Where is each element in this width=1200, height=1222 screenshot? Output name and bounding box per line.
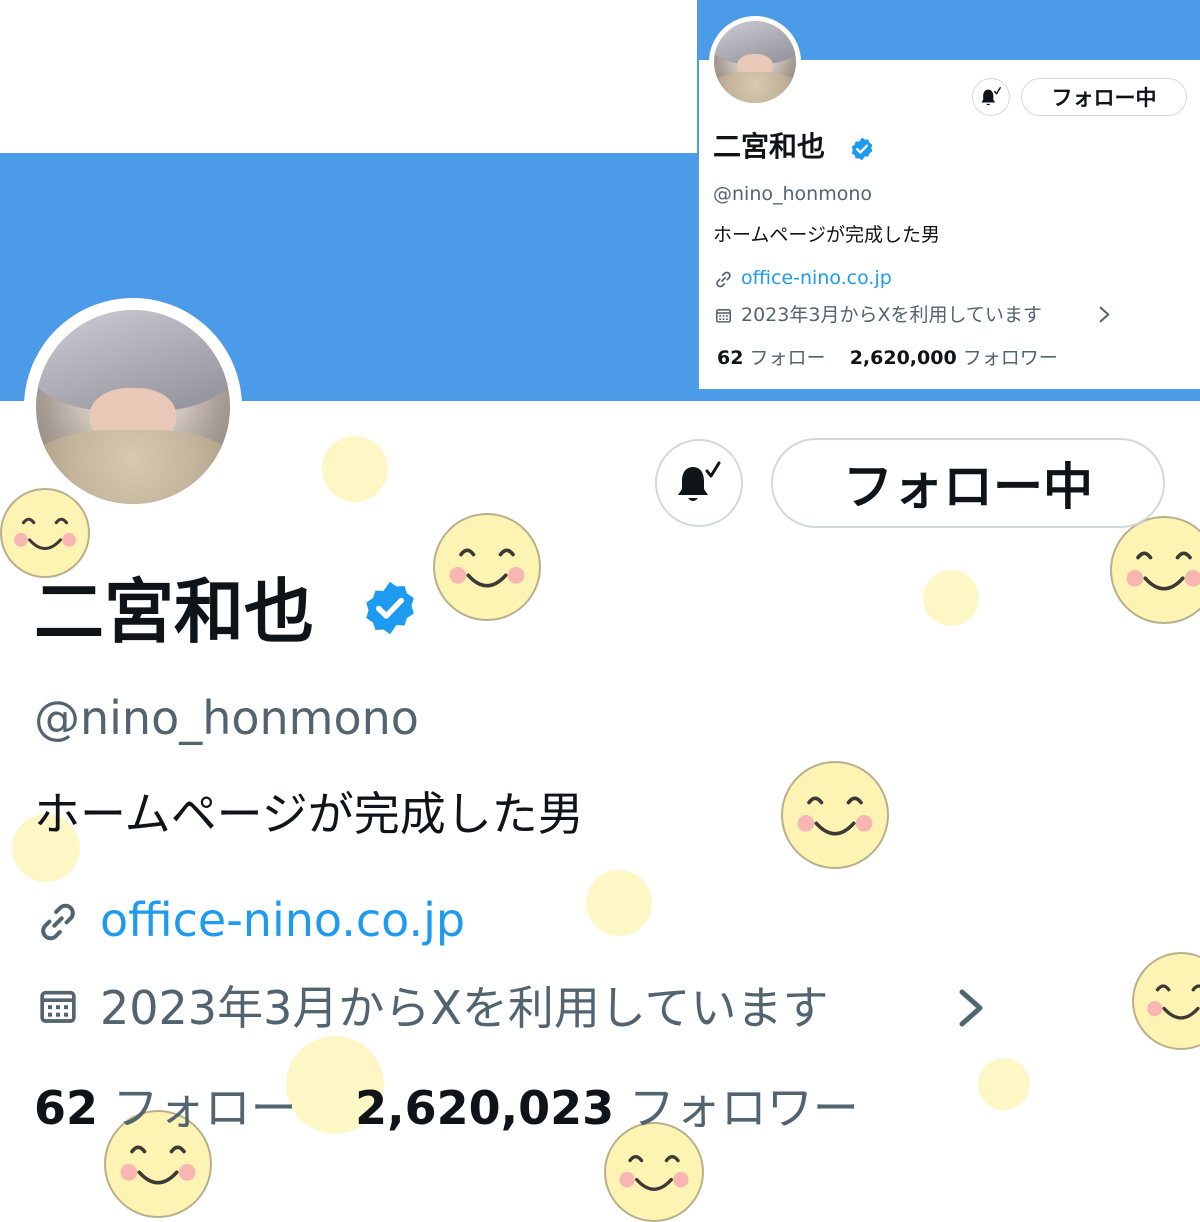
inset-following-count: 62 [717,347,743,369]
inset-notification-bell-button [972,78,1010,116]
calendar-icon [715,307,732,324]
inset-handle: @nino_honmono [713,182,872,206]
calendar-icon [38,986,78,1026]
display-name: 二宮和也 [34,570,314,654]
following-button[interactable]: フォロー中 [771,438,1165,528]
inset-followers-count: 2,620,000 [850,347,957,369]
inset-display-name: 二宮和也 [713,130,825,164]
followers-count: 2,620,023 [355,1081,614,1135]
smiley-sticker-icon [781,761,889,869]
inset-bio: ホームページが完成した男 [713,223,940,247]
followers-link[interactable]: 2,620,023 フォロワー [355,1081,859,1135]
inset-profile-screenshot: フォロー中 二宮和也 @nino_honmono ホームページが完成した男 of… [697,0,1200,395]
inset-follow-stats: 62 フォロー 2,620,000 フォロワー [717,346,1058,370]
decor-dot [322,436,388,502]
smiley-sticker-icon [1110,516,1200,624]
decor-dot [923,570,979,626]
following-link[interactable]: 62 フォロー [34,1081,297,1135]
link-icon [714,270,733,289]
inset-following-label: フォロー [750,347,826,369]
inset-followers-label: フォロワー [963,347,1058,369]
smiley-sticker-icon [604,1122,704,1222]
link-icon [36,900,80,944]
inset-website-link: office-nino.co.jp [741,266,892,290]
inset-avatar-photo [714,21,796,103]
smiley-sticker-icon [1132,952,1200,1050]
verified-badge-icon [849,136,875,162]
chevron-right-icon [1099,306,1110,323]
handle: @nino_honmono [34,690,419,746]
verified-badge-icon[interactable] [360,578,420,638]
decor-dot [586,870,652,936]
inset-avatar [709,16,801,108]
inset-following-button: フォロー中 [1021,78,1187,116]
followers-label: フォロワー [629,1081,859,1135]
avatar[interactable] [24,298,242,516]
website-link[interactable]: office-nino.co.jp [100,892,465,948]
decor-dot [978,1058,1030,1110]
inset-joined-date: 2023年3月からXを利用しています [741,303,1042,327]
bell-check-icon [979,85,1003,109]
following-count: 62 [34,1081,98,1135]
notification-bell-button[interactable] [655,439,743,527]
inset-following-button-label: フォロー中 [1052,82,1157,112]
avatar-photo [36,310,230,504]
joined-date: 2023年3月からXを利用しています [100,980,828,1036]
smiley-sticker-icon [433,513,541,621]
chevron-right-icon[interactable] [958,988,984,1028]
following-button-label: フォロー中 [843,447,1093,519]
follow-stats: 62 フォロー 2,620,023 フォロワー [34,1080,859,1136]
bio: ホームページが完成した男 [34,786,584,842]
bell-check-icon [673,457,725,509]
following-label: フォロー [113,1081,297,1135]
